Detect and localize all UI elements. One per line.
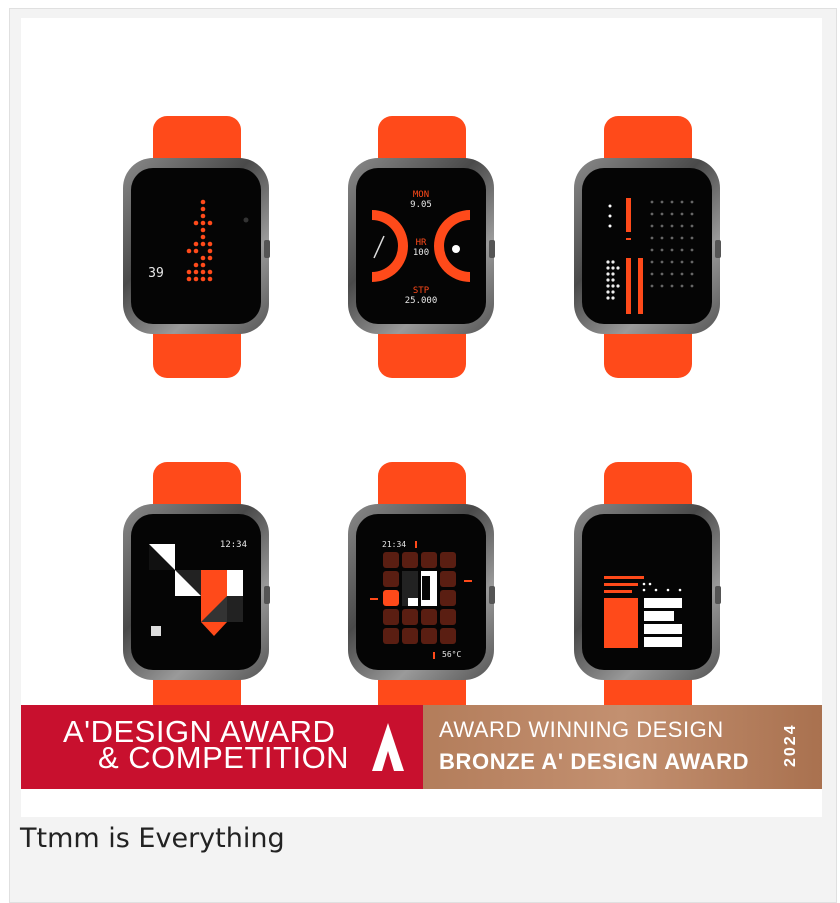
watch-6 [572, 462, 724, 724]
watch-1: 39 [121, 116, 273, 378]
steps-label: STP [412, 286, 430, 296]
dot-digits-graphic [186, 199, 249, 282]
watch-3 [572, 116, 724, 378]
award-year: 2024 [782, 723, 799, 767]
watch-crown [489, 240, 495, 258]
award-level-label: BRONZE A' DESIGN AWARD [439, 749, 750, 774]
watch-time: 21:34 [382, 540, 407, 549]
bars-graphic [604, 576, 682, 648]
watch-crown [489, 586, 495, 604]
design-title[interactable]: Ttmm is Everything [20, 823, 285, 854]
date-value: 9.05 [410, 200, 432, 210]
watch-face-number: 39 [148, 266, 164, 281]
dot-matrix-graphic [606, 198, 694, 314]
watch-crown [715, 586, 721, 604]
watch-crown [264, 586, 270, 604]
tile-grid-graphic [370, 541, 472, 659]
watch-2: MON 9.05 HR 100 STP 25.000 [346, 116, 498, 378]
steps-value: 25.000 [404, 296, 438, 306]
watch-face-3 [582, 168, 712, 324]
hr-value: 100 [412, 248, 430, 258]
award-title-line2: & COMPETITION [98, 740, 350, 775]
watch-face-2: MON 9.05 HR 100 STP 25.000 [356, 168, 486, 324]
watch-face-5: 21:34 56°C [356, 514, 486, 670]
award-banner-left: A'DESIGN AWARD & COMPETITION [21, 705, 423, 789]
award-logo-icon [372, 723, 404, 771]
product-image[interactable]: 39 MON 9.05 HR 100 STP 25.000 12:34 21:3… [21, 18, 822, 817]
day-label: MON [412, 190, 430, 200]
award-winning-label: AWARD WINNING DESIGN [439, 717, 724, 742]
award-banner[interactable]: A'DESIGN AWARD & COMPETITION AWARD WINNI… [21, 705, 822, 789]
award-banner-right: AWARD WINNING DESIGN BRONZE A' DESIGN AW… [423, 705, 822, 789]
geometric-graphic [149, 544, 243, 636]
hr-label: HR [415, 238, 427, 248]
watch-crown [715, 240, 721, 258]
watch-face-6 [582, 514, 712, 670]
watch-5: 21:34 56°C [346, 462, 498, 724]
temperature: 56°C [442, 650, 462, 659]
watch-crown [264, 240, 270, 258]
watch-face-4: 12:34 [131, 514, 261, 670]
watch-face-1: 39 [131, 168, 261, 324]
watch-4: 12:34 [121, 462, 273, 724]
watch-time: 12:34 [219, 540, 247, 550]
